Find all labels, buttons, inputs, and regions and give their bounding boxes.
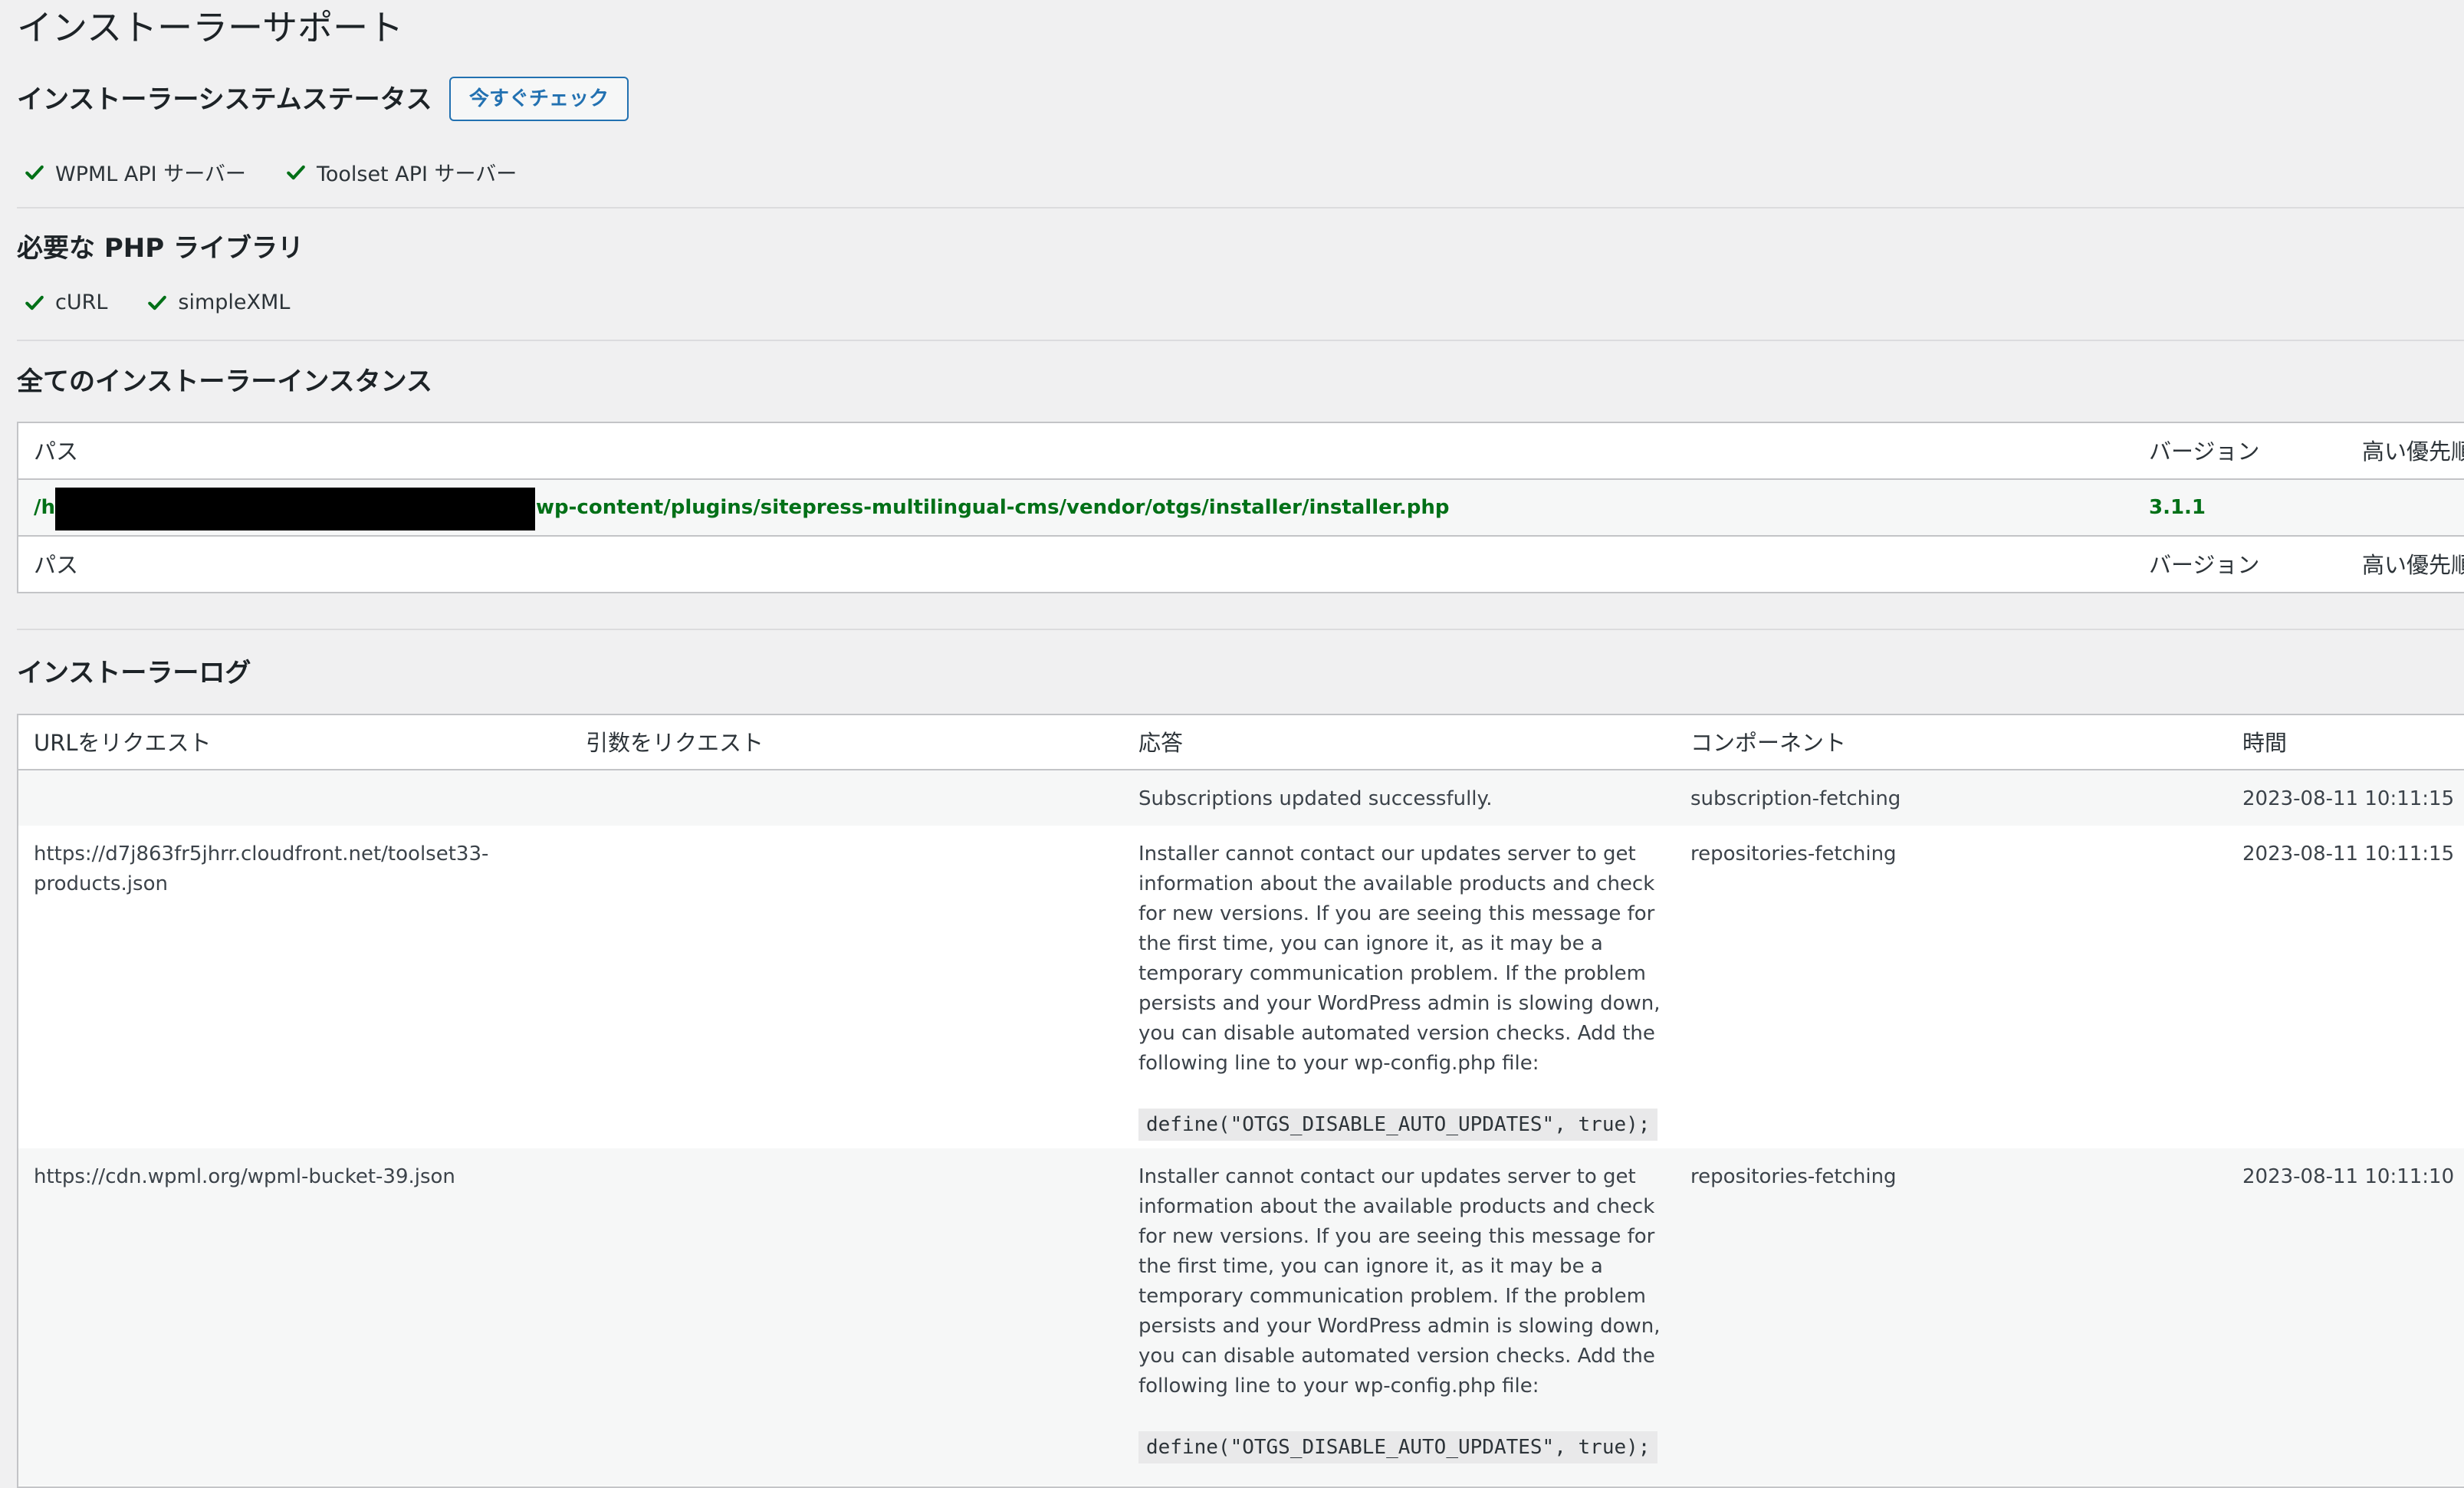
column-header-time: 時間 <box>2242 730 2288 756</box>
php-libraries-list: cURL simpleXML <box>25 291 290 314</box>
instances-heading: 全てのインストーラーインスタンス <box>17 366 432 397</box>
instance-version: 3.1.1 <box>2149 496 2206 519</box>
page-title: インストーラーサポート <box>17 7 404 48</box>
column-header-version: バージョン <box>2149 439 2260 465</box>
instance-path: wp-content/plugins/sitepress-multilingua… <box>536 496 1450 519</box>
log-component: repositories-fetching <box>1690 843 1897 866</box>
check-now-button[interactable]: 今すぐチェック <box>449 77 629 121</box>
section-divider <box>17 340 2464 341</box>
table-row: https://cdn.wpml.org/wpml-bucket-39.json… <box>18 1148 2464 1486</box>
checkmark-icon <box>148 295 167 310</box>
column-footer-version: バージョン <box>2149 552 2260 578</box>
status-item-wpml-api: WPML API サーバー <box>25 157 246 187</box>
instance-path-prefix: /h <box>34 496 56 519</box>
system-status-heading: インストーラーシステムステータス <box>17 84 432 115</box>
table-header-row: URLをリクエスト 引数をリクエスト 応答 コンポーネント 時間 <box>18 715 2464 770</box>
log-url: https://cdn.wpml.org/wpml-bucket-39.json <box>34 1165 455 1188</box>
checkmark-icon <box>25 295 44 310</box>
checkmark-icon <box>287 165 305 179</box>
status-label: WPML API サーバー <box>55 163 246 186</box>
log-component: subscription-fetching <box>1690 787 1901 810</box>
table-row: https://d7j863fr5jhrr.cloudfront.net/too… <box>18 826 2464 1148</box>
log-url: https://d7j863fr5jhrr.cloudfront.net/too… <box>34 843 489 895</box>
log-response: Subscriptions updated successfully. <box>1138 787 1493 810</box>
log-code-snippet: define("OTGS_DISABLE_AUTO_UPDATES", true… <box>1138 1109 1658 1141</box>
table-row: /h wp-content/plugins/sitepress-multilin… <box>18 480 2464 535</box>
system-status-list: WPML API サーバー Toolset API サーバー <box>25 157 517 187</box>
instances-table: パス バージョン 高い優先順 /h wp-content/plugins/sit… <box>17 422 2464 593</box>
column-header-args: 引数をリクエスト <box>586 730 764 756</box>
column-header-priority: 高い優先順 <box>2362 439 2464 465</box>
column-header-component: コンポーネント <box>1690 730 1847 756</box>
log-time: 2023-08-11 10:11:10 <box>2242 1165 2455 1188</box>
status-item-toolset-api: Toolset API サーバー <box>286 157 517 187</box>
checkmark-icon <box>25 165 44 179</box>
log-time: 2023-08-11 10:11:15 <box>2242 843 2455 866</box>
table-row: Subscriptions updated successfully. subs… <box>18 770 2464 826</box>
column-header-url: URLをリクエスト <box>34 730 212 756</box>
installer-log-heading: インストーラーログ <box>17 658 251 688</box>
section-divider <box>17 629 2464 630</box>
column-header-response: 応答 <box>1138 730 1184 756</box>
column-header-path: パス <box>34 439 79 465</box>
php-libraries-heading: 必要な PHP ライブラリ <box>17 233 304 264</box>
log-response: Installer cannot contact our updates ser… <box>1138 1165 1661 1398</box>
table-header-row: パス バージョン 高い優先順 <box>18 423 2464 480</box>
table-footer-row: パス バージョン 高い優先順 <box>18 535 2464 592</box>
log-code-snippet: define("OTGS_DISABLE_AUTO_UPDATES", true… <box>1138 1431 1658 1463</box>
library-label: simpleXML <box>178 291 291 314</box>
library-label: cURL <box>55 291 108 314</box>
status-label: Toolset API サーバー <box>316 163 517 186</box>
column-footer-path: パス <box>34 552 79 578</box>
log-response-cell: Installer cannot contact our updates ser… <box>1138 839 1675 1141</box>
installer-log-table: URLをリクエスト 引数をリクエスト 応答 コンポーネント 時間 Subscri… <box>17 714 2464 1488</box>
log-component: repositories-fetching <box>1690 1165 1897 1188</box>
log-response: Installer cannot contact our updates ser… <box>1138 843 1661 1075</box>
redacted-block <box>55 488 535 530</box>
library-item-simplexml: simpleXML <box>147 291 290 314</box>
log-time: 2023-08-11 10:11:15 <box>2242 787 2455 810</box>
section-divider <box>17 207 2464 209</box>
column-footer-priority: 高い優先順 <box>2362 552 2464 578</box>
library-item-curl: cURL <box>25 291 107 314</box>
log-response-cell: Installer cannot contact our updates ser… <box>1138 1162 1675 1463</box>
